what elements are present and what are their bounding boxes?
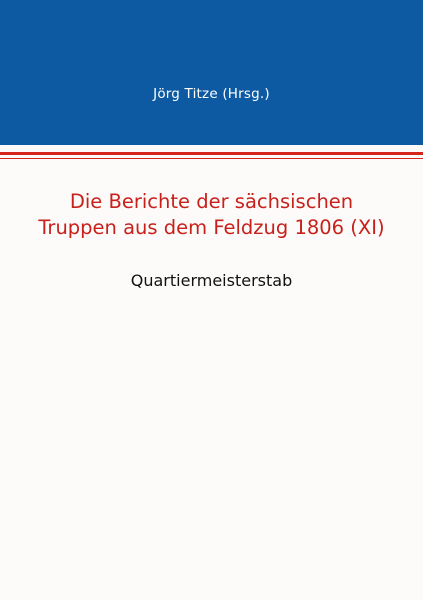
book-title-line-2: Truppen aus dem Feldzug 1806 (XI) [38, 216, 385, 239]
author-name: Jörg Titze (Hrsg.) [153, 86, 270, 102]
book-title-line-1: Die Berichte der sächsischen [69, 190, 354, 213]
book-title: Die Berichte der sächsischen Truppen aus… [0, 189, 423, 241]
top-color-band [0, 0, 423, 145]
book-cover: Jörg Titze (Hrsg.) Die Berichte der säch… [0, 0, 423, 600]
red-divider-thick [0, 152, 423, 155]
book-subtitle: Quartiermeisterstab [130, 271, 293, 290]
red-divider-thin [0, 158, 423, 159]
